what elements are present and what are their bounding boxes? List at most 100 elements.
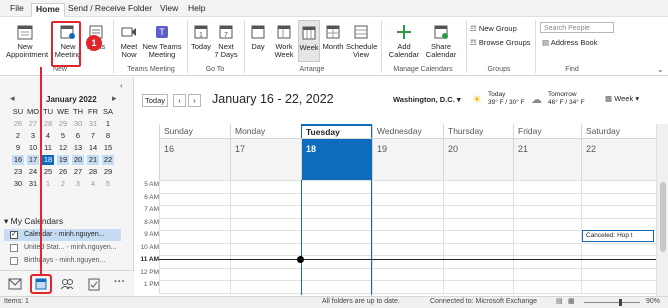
holidays-folder[interactable]: United Stat... - minh.nguyen... (24, 242, 120, 253)
week-view-button[interactable]: Week (298, 20, 320, 62)
tab-view[interactable]: View (156, 3, 182, 17)
view-selector[interactable]: ▦ Week ▾ (605, 94, 639, 103)
calendar-checkbox-checked[interactable]: ✓ (10, 231, 18, 239)
mini-cal-day[interactable]: 9 (12, 143, 24, 153)
next-week-button[interactable]: › (188, 94, 201, 107)
mini-cal-day[interactable]: 5 (102, 179, 114, 189)
tab-send-receive[interactable]: Send / Receive (64, 3, 130, 17)
address-book-button[interactable]: ▤ Address Book (542, 37, 597, 48)
mini-cal-day[interactable]: 24 (27, 167, 39, 177)
mini-cal-day[interactable]: 2 (57, 179, 69, 189)
prev-week-button[interactable]: ‹ (173, 94, 186, 107)
people-icon[interactable] (60, 277, 74, 291)
add-calendar-button[interactable]: Add Calendar (386, 23, 422, 59)
mini-cal-day[interactable]: 4 (42, 131, 54, 141)
calendar-module-button[interactable] (30, 274, 52, 294)
collapse-pane-icon[interactable]: ‹ (120, 81, 123, 90)
view-reading-icon[interactable]: ▦ (568, 297, 575, 305)
day-view-button[interactable]: Day (248, 23, 268, 51)
tab-home[interactable]: Home (31, 3, 65, 17)
mini-cal-day[interactable]: 29 (102, 167, 114, 177)
day-date-cell[interactable]: 16 (159, 138, 230, 180)
mini-cal-next-icon[interactable]: ▸ (112, 93, 117, 104)
mini-cal-day[interactable]: 21 (87, 155, 99, 165)
today-nav-button[interactable]: Today (142, 94, 168, 107)
mini-cal-day[interactable]: 2 (12, 131, 24, 141)
more-icon[interactable]: ··· (114, 276, 125, 288)
day-date-cell[interactable]: 17 (230, 138, 301, 180)
mini-cal-day[interactable]: 10 (27, 143, 39, 153)
day-date-cell[interactable]: 18 (301, 138, 372, 180)
month-view-button[interactable]: Month (321, 23, 345, 51)
new-group-button[interactable]: ☶ New Group (470, 23, 517, 34)
tab-help[interactable]: Help (184, 3, 209, 17)
mini-cal-day[interactable]: 31 (87, 119, 99, 129)
mini-cal-day[interactable]: 16 (12, 155, 24, 165)
mini-cal-day[interactable]: 25 (42, 167, 54, 177)
mini-cal-day[interactable]: 1 (42, 179, 54, 189)
day-date-cell[interactable]: 19 (372, 138, 443, 180)
mini-cal-day[interactable]: 30 (72, 119, 84, 129)
view-normal-icon[interactable]: ▤ (556, 297, 563, 305)
search-people-input[interactable]: Search People (540, 22, 614, 33)
mini-cal-day[interactable]: 13 (72, 143, 84, 153)
new-appointment-button[interactable]: New Appointment (6, 23, 48, 59)
mini-cal-day[interactable]: 22 (102, 155, 114, 165)
mini-cal-day[interactable]: 5 (57, 131, 69, 141)
tab-file[interactable]: File (6, 3, 28, 17)
mini-cal-day[interactable]: 31 (27, 179, 39, 189)
zoom-slider[interactable] (584, 302, 640, 303)
mini-cal-day[interactable]: 27 (72, 167, 84, 177)
browse-groups-button[interactable]: ☶ Browse Groups (470, 37, 531, 48)
holidays-checkbox[interactable] (10, 244, 18, 252)
mini-cal-day[interactable]: 8 (102, 131, 114, 141)
mini-cal-day[interactable]: 14 (87, 143, 99, 153)
tasks-icon[interactable] (88, 277, 100, 291)
mini-cal-day[interactable]: 6 (72, 131, 84, 141)
work-week-view-button[interactable]: Work Week (271, 23, 297, 59)
mini-cal-day[interactable]: 29 (57, 119, 69, 129)
day-date-cell[interactable]: 22 (581, 138, 656, 180)
mini-cal-day[interactable]: 3 (72, 179, 84, 189)
next-7-days-button[interactable]: 7 Next 7 Days (212, 23, 240, 59)
mini-cal-day[interactable]: 26 (12, 119, 24, 129)
share-calendar-button[interactable]: Share Calendar (424, 23, 458, 59)
birthdays-checkbox[interactable] (10, 257, 18, 265)
mini-cal-day[interactable]: 26 (57, 167, 69, 177)
mini-cal-day[interactable]: 7 (87, 131, 99, 141)
mini-cal-day[interactable]: 27 (27, 119, 39, 129)
today-button[interactable]: 1 Today (190, 23, 212, 51)
calendar-event[interactable]: Canceled: Hop t (582, 230, 654, 242)
mini-cal-day[interactable]: 15 (102, 143, 114, 153)
scrollbar-thumb[interactable] (660, 182, 666, 252)
mini-cal-day[interactable]: 3 (27, 131, 39, 141)
tab-folder[interactable]: Folder (124, 3, 156, 17)
mini-cal-day[interactable]: 18 (42, 155, 54, 165)
meet-now-button[interactable]: Meet Now (116, 23, 142, 59)
mini-cal-day[interactable]: 28 (87, 167, 99, 177)
day-date-cell[interactable]: 21 (513, 138, 581, 180)
weather-location[interactable]: Washington, D.C. ▾ (393, 95, 461, 104)
zoom-slider-thumb[interactable] (619, 299, 622, 306)
mini-cal-day[interactable]: 17 (27, 155, 39, 165)
mini-cal-day[interactable]: 11 (42, 143, 54, 153)
collapse-ribbon-icon[interactable]: ⌄ (657, 65, 664, 74)
mini-cal-prev-icon[interactable]: ◂ (10, 93, 15, 104)
birthdays-folder[interactable]: Birthdays - minh.nguyen... (24, 255, 120, 266)
vertical-scrollbar[interactable] (656, 124, 668, 296)
mini-cal-day[interactable]: 1 (102, 119, 114, 129)
schedule-view-button[interactable]: Schedule View (346, 23, 377, 59)
mini-cal-day[interactable]: 28 (42, 119, 54, 129)
mini-cal-day[interactable]: 30 (12, 179, 24, 189)
mini-cal-day[interactable]: 12 (57, 143, 69, 153)
mini-cal-day[interactable]: 20 (72, 155, 84, 165)
mini-cal-day[interactable]: 4 (87, 179, 99, 189)
new-teams-meeting-button[interactable]: T New Teams Meeting (142, 23, 182, 59)
calendar-folder[interactable]: Calendar - minh.nguyen... (24, 229, 120, 240)
my-calendars-header[interactable]: ▾ My Calendars (4, 216, 63, 227)
mini-cal-day[interactable]: 23 (12, 167, 24, 177)
mini-cal-day[interactable]: 19 (57, 155, 69, 165)
day-date-cell[interactable]: 20 (443, 138, 513, 180)
selected-day-column[interactable] (301, 180, 372, 295)
mail-icon[interactable] (8, 278, 22, 290)
